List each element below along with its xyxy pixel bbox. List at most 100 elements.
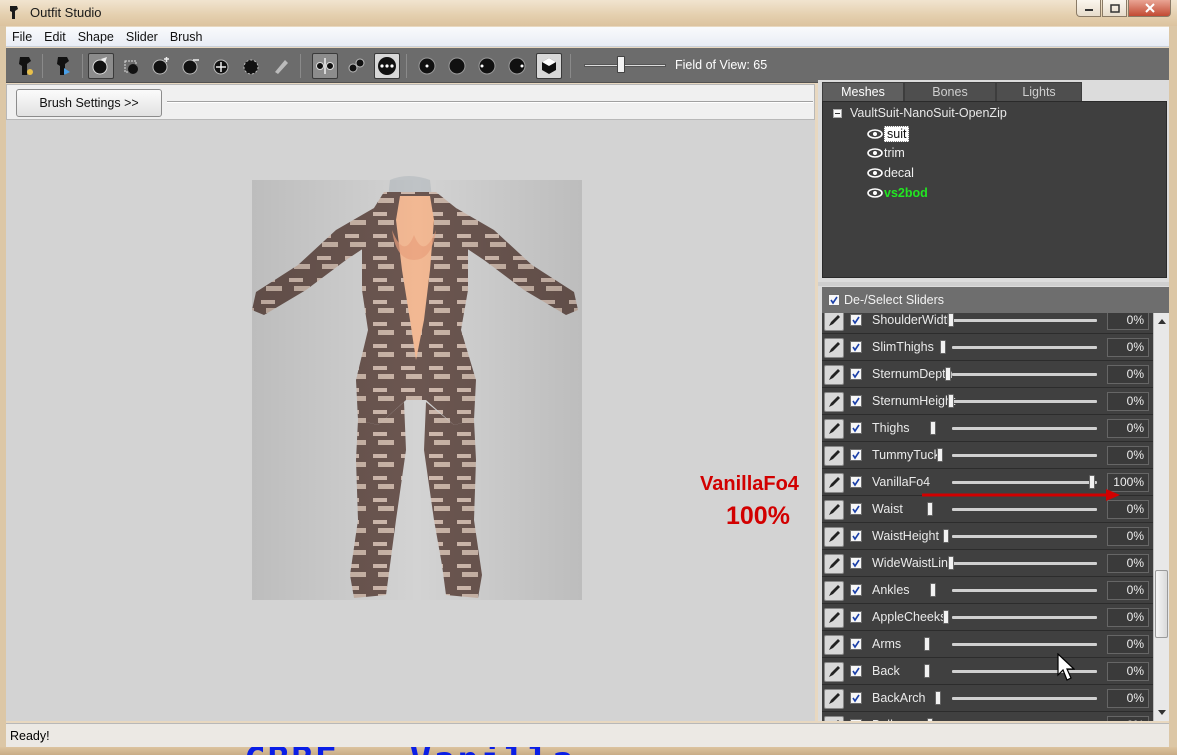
tree-item-trim[interactable]: trim [867, 146, 905, 160]
slider-value[interactable]: 0% [1107, 419, 1149, 438]
slider-edit-button[interactable] [824, 554, 844, 574]
eye-icon[interactable] [867, 129, 883, 139]
connected-only-button[interactable] [343, 53, 369, 79]
scroll-up-icon[interactable] [1158, 319, 1166, 324]
slider-checkbox[interactable] [850, 422, 862, 434]
slider-track[interactable] [952, 616, 1097, 619]
slider-value[interactable]: 0% [1107, 338, 1149, 357]
slider-value[interactable]: 0% [1107, 527, 1149, 546]
slider-checkbox[interactable] [850, 368, 862, 380]
slider-edit-button[interactable] [824, 419, 844, 439]
smooth-tool-button[interactable] [238, 53, 264, 79]
slider-track[interactable] [952, 400, 1097, 403]
view-front-button[interactable] [414, 53, 440, 79]
slider-track[interactable] [952, 589, 1097, 592]
view-left-button[interactable] [474, 53, 500, 79]
slider-edit-button[interactable] [824, 392, 844, 412]
eye-icon[interactable] [867, 148, 883, 158]
global-brush-button[interactable] [374, 53, 400, 79]
slider-checkbox[interactable] [850, 476, 862, 488]
weight-tool-button[interactable] [268, 53, 294, 79]
inflate-tool-button[interactable] [148, 53, 174, 79]
slider-thumb[interactable] [935, 691, 941, 705]
select-all-sliders-checkbox[interactable] [828, 294, 840, 306]
slider-edit-button[interactable] [824, 446, 844, 466]
deflate-tool-button[interactable] [178, 53, 204, 79]
slider-edit-button[interactable] [824, 313, 844, 331]
slider-thumb[interactable] [930, 583, 936, 597]
slider-value[interactable]: 0% [1107, 635, 1149, 654]
slider-edit-button[interactable] [824, 635, 844, 655]
slider-checkbox[interactable] [850, 692, 862, 704]
slider-thumb[interactable] [927, 502, 933, 516]
scrollbar-thumb[interactable] [1155, 570, 1168, 638]
slider-checkbox[interactable] [850, 638, 862, 650]
tree-item-suit[interactable]: suit [867, 126, 910, 142]
slider-track[interactable] [952, 373, 1097, 376]
slider-edit-button[interactable] [824, 473, 844, 493]
slider-checkbox[interactable] [850, 449, 862, 461]
slider-edit-button[interactable] [824, 581, 844, 601]
tab-bones[interactable]: Bones [904, 82, 996, 102]
3d-viewport[interactable]: CBBE → Vanilla [6, 120, 815, 755]
slider-value[interactable]: 0% [1107, 313, 1149, 330]
menu-file[interactable]: File [6, 30, 38, 44]
slider-edit-button[interactable] [824, 716, 844, 721]
slider-edit-button[interactable] [824, 338, 844, 358]
tree-root[interactable]: VaultSuit-NanoSuit-OpenZip [833, 106, 1007, 120]
slider-track[interactable] [952, 562, 1097, 565]
slider-value[interactable]: 0% [1107, 662, 1149, 681]
menu-edit[interactable]: Edit [38, 30, 72, 44]
slider-checkbox[interactable] [850, 341, 862, 353]
scroll-down-icon[interactable] [1158, 710, 1166, 715]
slider-list-scrollbar[interactable] [1153, 313, 1169, 721]
slider-track[interactable] [952, 670, 1097, 673]
tab-lights[interactable]: Lights [996, 82, 1082, 102]
view-right-button[interactable] [504, 53, 530, 79]
slider-thumb[interactable] [924, 637, 930, 651]
eye-icon[interactable] [867, 168, 883, 178]
fov-slider-thumb[interactable] [617, 56, 625, 73]
slider-value[interactable]: 0% [1107, 716, 1149, 721]
slider-value[interactable]: 0% [1107, 554, 1149, 573]
slider-thumb[interactable] [948, 394, 954, 408]
slider-checkbox[interactable] [850, 314, 862, 326]
slider-track[interactable] [952, 427, 1097, 430]
mask-tool-button[interactable] [118, 53, 144, 79]
slider-thumb[interactable] [943, 610, 949, 624]
slider-thumb[interactable] [948, 556, 954, 570]
slider-thumb[interactable] [940, 340, 946, 354]
slider-checkbox[interactable] [850, 611, 862, 623]
slider-checkbox[interactable] [850, 584, 862, 596]
close-button[interactable] [1128, 0, 1171, 17]
collapse-icon[interactable] [833, 108, 842, 118]
slider-checkbox[interactable] [850, 719, 862, 721]
slider-checkbox[interactable] [850, 395, 862, 407]
select-tool-button[interactable] [88, 53, 114, 79]
slider-checkbox[interactable] [850, 530, 862, 542]
outfit-tool-button[interactable] [12, 53, 38, 79]
tree-item-decal[interactable]: decal [867, 166, 914, 180]
slider-thumb[interactable] [937, 448, 943, 462]
slider-value[interactable]: 0% [1107, 446, 1149, 465]
slider-thumb[interactable] [930, 421, 936, 435]
slider-track[interactable] [952, 481, 1097, 484]
menu-shape[interactable]: Shape [72, 30, 120, 44]
view-perspective-button[interactable] [536, 53, 562, 79]
slider-thumb[interactable] [945, 367, 951, 381]
slider-thumb[interactable] [943, 529, 949, 543]
slider-checkbox[interactable] [850, 665, 862, 677]
slider-track[interactable] [952, 346, 1097, 349]
slider-value[interactable]: 0% [1107, 392, 1149, 411]
menu-slider[interactable]: Slider [120, 30, 164, 44]
fov-slider-track[interactable] [584, 64, 666, 67]
slider-thumb[interactable] [948, 313, 954, 327]
reference-tool-button[interactable] [50, 53, 76, 79]
panel-splitter[interactable] [818, 282, 1169, 286]
eye-icon[interactable] [867, 188, 883, 198]
menu-brush[interactable]: Brush [164, 30, 209, 44]
slider-value[interactable]: 0% [1107, 689, 1149, 708]
slider-checkbox[interactable] [850, 503, 862, 515]
slider-value[interactable]: 0% [1107, 608, 1149, 627]
slider-edit-button[interactable] [824, 500, 844, 520]
